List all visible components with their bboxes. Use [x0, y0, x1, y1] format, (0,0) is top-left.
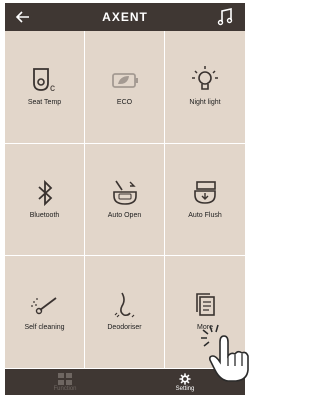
auto-open-icon [108, 176, 142, 210]
tile-seat-temp[interactable]: c Seat Temp [5, 31, 85, 144]
svg-text:c: c [50, 83, 55, 94]
tab-label: Function [53, 386, 77, 392]
tab-label: Setting [175, 386, 195, 392]
tile-label: Seat Temp [27, 99, 62, 106]
gear-icon [178, 372, 192, 385]
tile-self-cleaning[interactable]: Self cleaning [5, 256, 85, 369]
tab-function[interactable]: Function [5, 369, 125, 395]
tile-label: ECO [116, 99, 133, 106]
night-light-icon [188, 63, 222, 97]
top-bar: AXENT [5, 3, 245, 31]
bluetooth-icon [28, 176, 62, 210]
tile-label: Auto Open [107, 211, 142, 219]
tile-eco[interactable]: ECO [85, 31, 165, 144]
function-grid: c Seat Temp ECO Night light Bluetooth Au… [5, 31, 245, 369]
tile-label: Auto Flush [188, 211, 222, 219]
tile-bluetooth[interactable]: Bluetooth [5, 143, 85, 257]
tile-label: Bluetooth [29, 211, 60, 219]
tile-night-light[interactable]: Night light [165, 31, 245, 144]
grid-icon [58, 372, 72, 385]
self-cleaning-icon [28, 288, 62, 322]
seat-temp-icon: c [28, 63, 62, 97]
tile-label: Night light [189, 99, 221, 106]
back-arrow-icon[interactable] [13, 7, 33, 27]
tile-label: Deodoriser [107, 324, 142, 332]
more-icon [188, 288, 222, 322]
tile-label: Self cleaning [24, 324, 65, 332]
deodoriser-icon [108, 288, 142, 322]
auto-flush-icon [188, 176, 222, 210]
tile-auto-open[interactable]: Auto Open [85, 143, 165, 257]
music-note-icon[interactable] [215, 7, 235, 27]
pointing-hand-icon [200, 322, 253, 382]
tile-deodoriser[interactable]: Deodoriser [85, 256, 165, 369]
eco-leaf-icon [108, 63, 142, 97]
tile-auto-flush[interactable]: Auto Flush [165, 143, 245, 257]
app-title: AXENT [102, 10, 148, 24]
